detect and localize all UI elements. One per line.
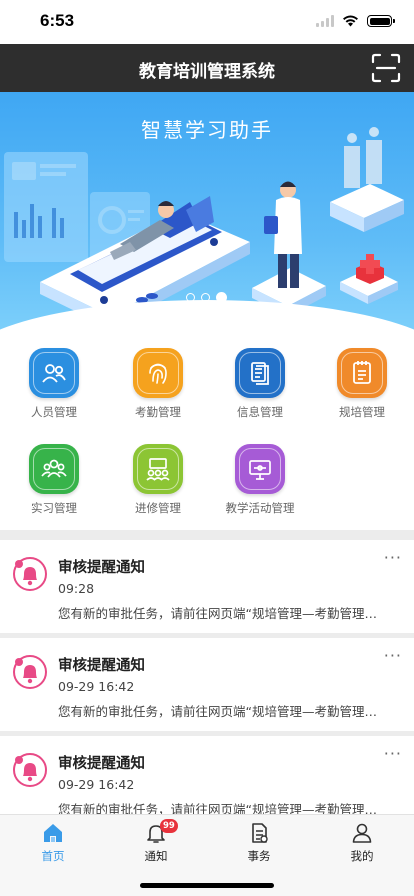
notice-title: 审核提醒通知 (58, 756, 145, 772)
grid-item-personnel[interactable]: 人员管理 (2, 348, 106, 420)
notice-item[interactable]: 审核提醒通知 09:28 您有新的审批任务，请前往网页端“规培管理—考勤管理—请… (0, 540, 414, 633)
people-group-icon (29, 444, 79, 494)
status-icons (316, 15, 395, 27)
carousel-dot[interactable] (186, 293, 195, 302)
notice-item[interactable]: 审核提醒通知 09-29 16:42 您有新的审批任务，请前往网页端“规培管理—… (0, 736, 414, 814)
bell-notice-icon (13, 557, 47, 591)
battery-icon (367, 15, 395, 27)
classroom-icon (133, 444, 183, 494)
user-icon (352, 823, 372, 843)
nav-bar: 教育培训管理系统 (0, 44, 414, 92)
notice-time: 09-29 16:42 (58, 777, 135, 792)
notice-time: 09-29 16:42 (58, 679, 135, 694)
home-indicator (140, 883, 274, 888)
scan-icon[interactable] (370, 52, 402, 84)
grid-item-information[interactable]: 信息管理 (208, 348, 312, 420)
grid-label: 实习管理 (31, 501, 77, 515)
home-icon (44, 824, 62, 842)
page-title: 教育培训管理系统 (139, 62, 275, 82)
bell-notice-icon (13, 655, 47, 689)
grid-label: 教学活动管理 (225, 501, 295, 515)
grid-label: 规培管理 (339, 405, 385, 419)
status-time: 6:53 (40, 11, 75, 30)
presentation-icon (235, 444, 285, 494)
tab-label: 事务 (247, 849, 271, 863)
grid-label: 信息管理 (237, 405, 283, 419)
notice-time: 09:28 (58, 581, 95, 596)
carousel-dot[interactable] (201, 293, 210, 302)
notice-item[interactable]: 审核提醒通知 09-29 16:42 您有新的审批任务，请前往网页端“规培管理—… (0, 638, 414, 731)
more-options-icon[interactable]: ··· (384, 646, 402, 665)
task-icon (252, 823, 268, 843)
banner-title: 智慧学习助手 (141, 118, 273, 142)
people-icon (29, 348, 79, 398)
tab-affairs[interactable]: 事务 (229, 821, 289, 864)
tab-notifications[interactable]: 99 通知 (126, 819, 186, 864)
notice-title: 审核提醒通知 (58, 658, 145, 674)
function-grid: 人员管理 考勤管理 信息管理 规培管理 实习管理 进修管理 教学活动管理 (0, 340, 414, 530)
banner-carousel[interactable]: 智慧学习助手 (0, 92, 414, 340)
tab-home[interactable]: 首页 (23, 821, 83, 864)
signal-icon (316, 15, 334, 27)
grid-label: 进修管理 (135, 501, 181, 515)
notice-title: 审核提醒通知 (58, 560, 145, 576)
grid-item-internship[interactable]: 实习管理 (2, 444, 106, 516)
grid-item-advanced-study[interactable]: 进修管理 (106, 444, 210, 516)
bell-notice-icon (13, 753, 47, 787)
tab-label: 通知 (144, 849, 168, 863)
grid-item-residency[interactable]: 规培管理 (310, 348, 414, 420)
tab-bar: 首页 99 通知 事务 我的 (0, 814, 414, 896)
grid-item-teaching-activity[interactable]: 教学活动管理 (208, 444, 312, 516)
tab-label: 我的 (350, 849, 374, 863)
status-bar: 6:53 (0, 0, 414, 44)
grid-item-attendance[interactable]: 考勤管理 (106, 348, 210, 420)
notebook-icon (337, 348, 387, 398)
wifi-icon (343, 15, 358, 27)
tab-label: 首页 (41, 849, 65, 863)
notice-text: 您有新的审批任务，请前往网页端“规培管理—考勤管理—请假审批”进行审批 (58, 704, 388, 719)
carousel-dots (186, 292, 227, 303)
tab-profile[interactable]: 我的 (332, 821, 392, 864)
notice-text: 您有新的审批任务，请前往网页端“规培管理—考勤管理—请假审批”进行审批 (58, 606, 388, 621)
grid-label: 考勤管理 (135, 405, 181, 419)
more-options-icon[interactable]: ··· (384, 548, 402, 567)
fingerprint-icon (133, 348, 183, 398)
document-icon (235, 348, 285, 398)
notice-text: 您有新的审批任务，请前往网页端“规培管理—考勤管理—请假审批”进行审批 (58, 802, 388, 814)
grid-label: 人员管理 (31, 405, 77, 419)
notification-badge: 99 (160, 819, 178, 833)
carousel-dot-active[interactable] (216, 292, 227, 303)
more-options-icon[interactable]: ··· (384, 744, 402, 763)
